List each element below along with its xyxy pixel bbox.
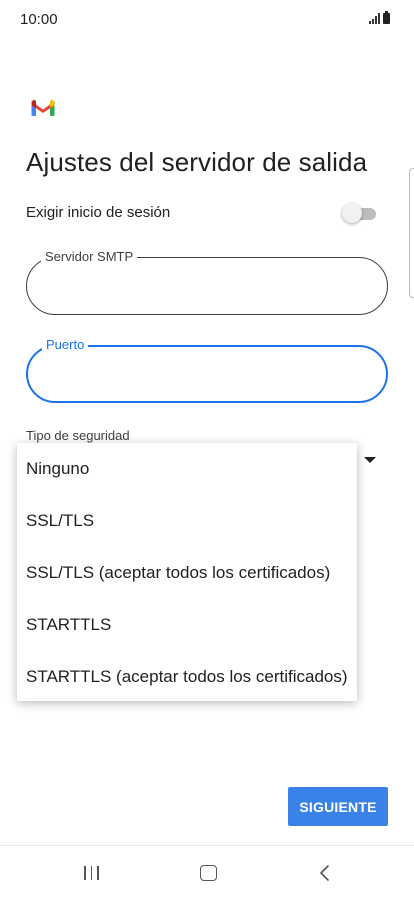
recents-icon[interactable] — [84, 866, 99, 880]
battery-icon — [383, 11, 390, 24]
navigation-bar — [0, 845, 414, 897]
security-type-menu: Ninguno SSL/TLS SSL/TLS (aceptar todos l… — [17, 443, 357, 701]
port-input[interactable] — [46, 361, 366, 389]
status-bar: 10:00 — [0, 0, 414, 40]
security-type-label: Tipo de seguridad — [26, 428, 130, 443]
page-title: Ajustes del servidor de salida — [26, 147, 368, 177]
status-time: 10:00 — [20, 11, 58, 28]
smtp-server-field[interactable]: Servidor SMTP — [26, 249, 388, 315]
smtp-server-label: Servidor SMTP — [41, 249, 138, 265]
menu-item-starttls-accept-all[interactable]: STARTTLS (aceptar todos los certificados… — [17, 651, 357, 703]
dropdown-arrow-icon[interactable] — [364, 457, 376, 463]
scroll-indicator — [409, 168, 414, 298]
menu-item-starttls[interactable]: STARTTLS — [17, 599, 357, 651]
signal-icon — [369, 13, 380, 24]
menu-item-ninguno[interactable]: Ninguno — [17, 443, 357, 495]
home-icon[interactable] — [200, 865, 217, 881]
login-required-row: Exigir inicio de sesión — [26, 198, 378, 228]
port-field[interactable]: Puerto — [26, 337, 388, 403]
gmail-logo-icon — [31, 99, 55, 116]
next-button[interactable]: SIGUIENTE — [288, 787, 388, 826]
status-icons — [369, 11, 390, 24]
login-required-label: Exigir inicio de sesión — [26, 204, 171, 221]
smtp-server-input[interactable] — [45, 272, 365, 300]
port-label: Puerto — [42, 337, 89, 353]
menu-item-ssl-tls-accept-all[interactable]: SSL/TLS (aceptar todos los certificados) — [17, 547, 357, 599]
toggle-thumb — [342, 203, 362, 223]
login-required-toggle[interactable] — [342, 202, 378, 224]
back-icon[interactable] — [318, 864, 332, 882]
menu-item-ssl-tls[interactable]: SSL/TLS — [17, 495, 357, 547]
